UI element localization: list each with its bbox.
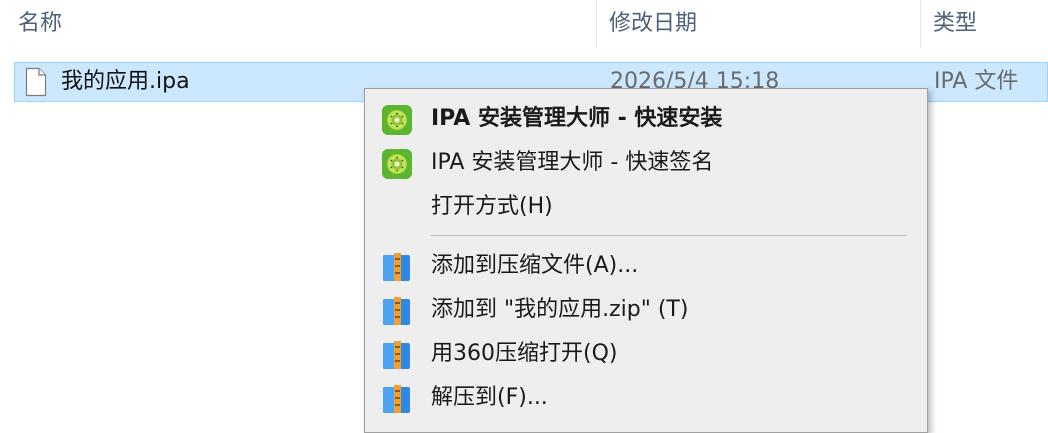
column-header-name[interactable]: 名称 bbox=[18, 0, 62, 48]
column-header-bar: 名称 修改日期 类型 bbox=[0, 0, 1048, 48]
menu-item-add-to-zip[interactable]: 添加到 "我的应用.zip" (T) bbox=[365, 288, 927, 332]
archive-book-icon bbox=[383, 341, 410, 369]
menu-item-quick-sign[interactable]: IPA 安装管理大师 - 快速签名 bbox=[365, 141, 927, 185]
column-header-date[interactable]: 修改日期 bbox=[609, 0, 697, 48]
column-header-type[interactable]: 类型 bbox=[933, 0, 977, 48]
menu-item-open-with[interactable]: 打开方式(H) bbox=[365, 185, 927, 229]
menu-item-label: 打开方式(H) bbox=[431, 194, 553, 219]
menu-item-label: 用360压缩打开(Q) bbox=[431, 341, 618, 366]
file-type: IPA 文件 bbox=[934, 69, 1019, 94]
menu-item-label: 添加到 "我的应用.zip" (T) bbox=[431, 297, 689, 322]
kiwi-app-icon bbox=[382, 149, 412, 179]
blank-document-icon bbox=[25, 67, 47, 97]
menu-item-add-to-archive[interactable]: 添加到压缩文件(A)... bbox=[365, 244, 927, 288]
menu-item-extract-to[interactable]: 解压到(F)... bbox=[365, 376, 927, 420]
kiwi-app-icon bbox=[382, 105, 412, 135]
menu-item-open-with-360[interactable]: 用360压缩打开(Q) bbox=[365, 332, 927, 376]
menu-item-label: 解压到(F)... bbox=[431, 385, 548, 410]
archive-book-icon bbox=[383, 385, 410, 413]
file-name: 我的应用.ipa bbox=[61, 69, 190, 94]
context-menu: IPA 安装管理大师 - 快速安装 IPA 安装管理大师 - 快速签名 打开方式… bbox=[364, 88, 928, 433]
archive-book-icon bbox=[383, 253, 410, 281]
column-divider[interactable] bbox=[596, 0, 597, 48]
column-divider[interactable] bbox=[920, 0, 921, 48]
menu-item-label: IPA 安装管理大师 - 快速安装 bbox=[431, 106, 723, 131]
menu-item-label: 添加到压缩文件(A)... bbox=[431, 253, 639, 278]
menu-separator bbox=[431, 235, 907, 236]
sort-indicator-icon bbox=[293, 0, 309, 6]
archive-book-icon bbox=[383, 297, 410, 325]
menu-item-quick-install[interactable]: IPA 安装管理大师 - 快速安装 bbox=[365, 97, 927, 141]
menu-item-label: IPA 安装管理大师 - 快速签名 bbox=[431, 150, 714, 175]
